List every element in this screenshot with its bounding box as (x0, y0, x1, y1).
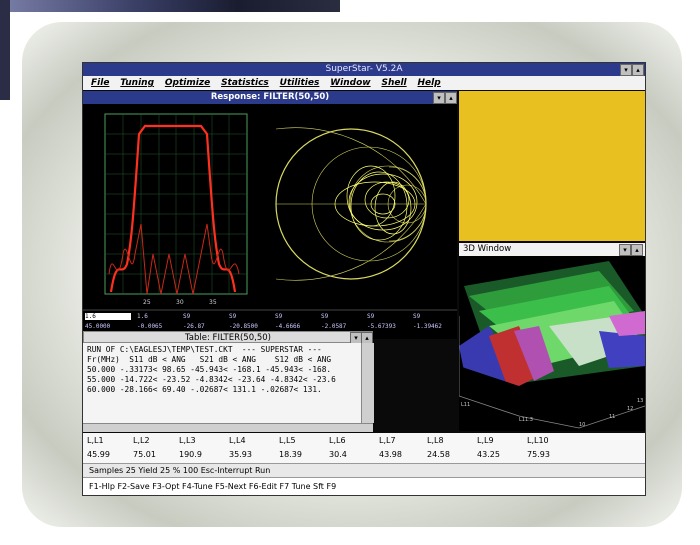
3d-minimize-button[interactable]: ▾ (619, 244, 631, 256)
variable-name: L,L4 (229, 436, 246, 445)
table-line: 55.000 -14.722< -23.52 -4.8342< -23.64 -… (87, 375, 336, 384)
readout-cell: -0.0065 (137, 323, 163, 330)
readout-cell: 1.6 (137, 313, 148, 320)
table-line: 60.000 -28.166< 69.40 -.02687< 131.1 -.0… (87, 385, 322, 394)
3d-window-title: 3D Window ▾ ▴ (459, 243, 645, 256)
variable-name: L,L9 (477, 436, 494, 445)
x-tick-label: 30 (176, 299, 184, 306)
variable-value[interactable]: 45.99 (87, 450, 110, 459)
3d-window-title-text: 3D Window (463, 244, 512, 254)
minimize-button[interactable]: ▾ (620, 64, 632, 76)
3d-axis-label: 10 (579, 422, 585, 428)
response-title-text: Response: FILTER(50,50) (210, 92, 330, 102)
yellow-panel (459, 91, 645, 241)
tuning-variables-bar: L,L1 L,L2 L,L3 L,L4 L,L5 L,L6 L,L7 L,L8 … (83, 433, 645, 463)
function-key-bar: F1-Hlp F2-Save F3-Opt F4-Tune F5-Next F6… (83, 477, 645, 495)
menu-window[interactable]: Window (330, 78, 370, 88)
variable-name: L,L1 (87, 436, 104, 445)
menu-file[interactable]: File (91, 78, 109, 88)
readout-cell: -26.87 (183, 323, 205, 330)
3d-axis-label: 11 (609, 414, 615, 420)
variable-value[interactable]: 24.58 (427, 450, 450, 459)
status-line: Samples 25 Yield 25 % 100 Esc-Interrupt … (83, 463, 645, 477)
3d-axis-label: 12 (627, 406, 633, 412)
variable-value[interactable]: 43.98 (379, 450, 402, 459)
variable-name: L,L5 (279, 436, 296, 445)
variable-name: L,L7 (379, 436, 396, 445)
x-tick-label: 35 (209, 299, 217, 306)
table-header-line: Fr(MHz) S11 dB < ANG S21 dB < ANG S12 dB… (87, 355, 332, 364)
3d-surface-view: L11 L11.3 10 11 12 13 (458, 256, 646, 431)
app-title: SuperStar- V5.2A (325, 64, 403, 74)
table-horizontal-scrollbar[interactable] (83, 423, 373, 432)
readout-cell: S9 (321, 313, 329, 320)
readout-cell: S9 (229, 313, 237, 320)
variable-name: L,L6 (329, 436, 346, 445)
3d-axis-label: L11 (461, 402, 470, 408)
variable-value[interactable]: 75.01 (133, 450, 156, 459)
readout-cell: -20.8500 (229, 323, 258, 330)
table-line: RUN OF C:\EAGLESJ\TEMP\TEST.CKT --- SUPE… (87, 345, 322, 354)
readout-cell: S9 (275, 313, 283, 320)
3d-maximize-button[interactable]: ▴ (631, 244, 643, 256)
menu-shell[interactable]: Shell (381, 78, 406, 88)
response-maximize-button[interactable]: ▴ (445, 92, 457, 104)
smith-trace-cloud (334, 165, 418, 241)
variable-value[interactable]: 30.4 (329, 450, 347, 459)
menu-help[interactable]: Help (418, 78, 441, 88)
3d-axis-label: 13 (637, 398, 643, 404)
3d-surface-plot: L11 L11.3 10 11 12 13 (458, 261, 646, 431)
variable-name: L,L10 (527, 436, 549, 445)
table-content: RUN OF C:\EAGLESJ\TEMP\TEST.CKT --- SUPE… (83, 343, 373, 423)
app-titlebar: SuperStar- V5.2A ▾ ▴ (83, 63, 645, 76)
variable-name: L,L3 (179, 436, 196, 445)
readout-cell: -2.0587 (321, 323, 347, 330)
photo-background-edge (0, 0, 10, 100)
readout-cell: -5.67393 (367, 323, 396, 330)
x-tick-label: 25 (143, 299, 151, 306)
variable-value[interactable]: 43.25 (477, 450, 500, 459)
variable-value[interactable]: 18.39 (279, 450, 302, 459)
menu-bar: File Tuning Optimize Statistics Utilitie… (83, 76, 645, 90)
readout-cell: S9 (183, 313, 191, 320)
table-line: 50.000 -.33173< 98.65 -45.943< -168.1 -4… (87, 365, 332, 374)
menu-utilities[interactable]: Utilities (280, 78, 320, 88)
variable-value[interactable]: 75.93 (527, 450, 550, 459)
3d-axis-label: L11.3 (519, 417, 533, 423)
response-minimize-button[interactable]: ▾ (433, 92, 445, 104)
response-window-title: Response: FILTER(50,50) ▾ ▴ (83, 91, 457, 104)
readout-cell[interactable]: 1.6 (85, 313, 131, 320)
photo-background (0, 0, 340, 100)
readout-cell: S9 (413, 313, 421, 320)
readout-cell: -4.6666 (275, 323, 301, 330)
menu-optimize[interactable]: Optimize (165, 78, 210, 88)
readout-cell: -1.39462 (413, 323, 442, 330)
variable-name: L,L2 (133, 436, 150, 445)
table-window-title: Table: FILTER(50,50) ▾ ▴ (83, 331, 373, 344)
variable-name: L,L8 (427, 436, 444, 445)
readout-cell: 45.0000 (85, 323, 111, 330)
table-vertical-scrollbar[interactable] (361, 343, 374, 423)
table-title-text: Table: FILTER(50,50) (185, 333, 271, 343)
readout-cell: S9 (367, 313, 375, 320)
response-plot-area: 25 30 35 (83, 104, 457, 339)
variable-value[interactable]: 35.93 (229, 450, 252, 459)
variable-value[interactable]: 190.9 (179, 450, 202, 459)
menu-statistics[interactable]: Statistics (221, 78, 269, 88)
superstar-window: SuperStar- V5.2A ▾ ▴ File Tuning Optimiz… (82, 62, 646, 496)
maximize-button[interactable]: ▴ (632, 64, 644, 76)
menu-tuning[interactable]: Tuning (120, 78, 154, 88)
response-plots: 25 30 35 (83, 113, 457, 311)
